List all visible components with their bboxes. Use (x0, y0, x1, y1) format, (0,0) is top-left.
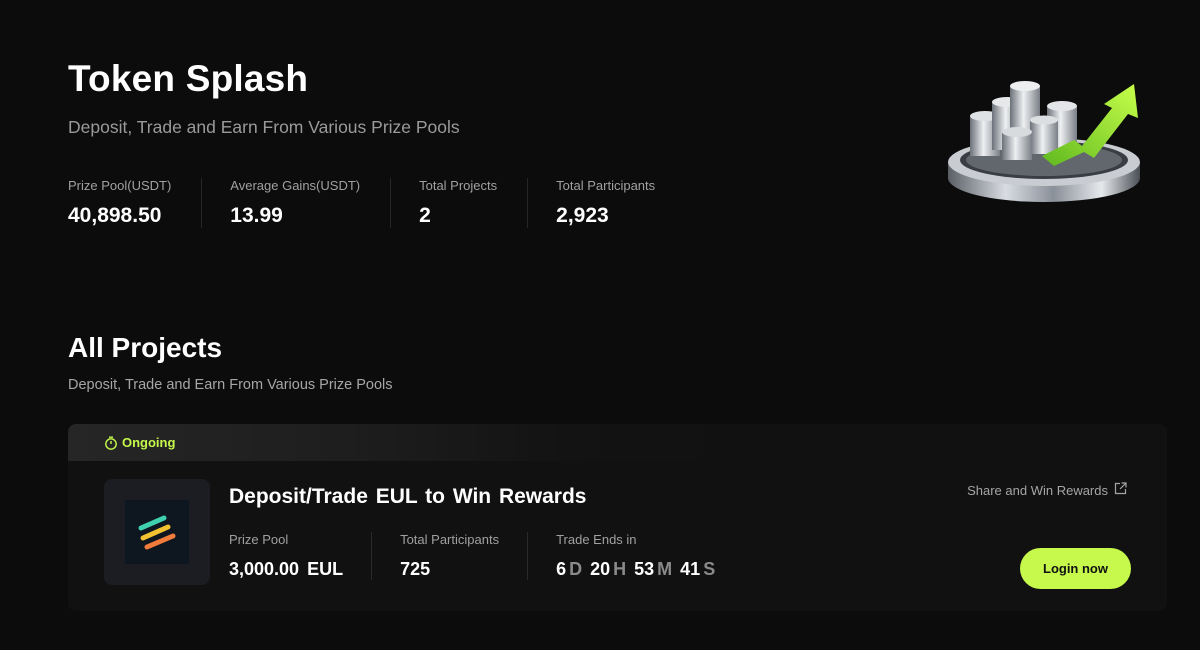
participants-label: Total Participants (400, 532, 500, 547)
prize-pool-label: Prize Pool (229, 532, 289, 547)
eul-logo-icon (104, 479, 210, 585)
page-subtitle: Deposit, Trade and Earn From Various Pri… (68, 117, 460, 137)
coins-platform-arrow-icon (944, 78, 1150, 214)
project-title: Deposit/Trade EUL to Win Rewards (229, 485, 587, 508)
section-title: All Projects (68, 332, 223, 363)
share-link[interactable]: Share and Win Rewards (967, 482, 1127, 498)
prize-pool-value: 3,000.00 EUL (229, 559, 344, 579)
stat-label: Total Projects (419, 178, 498, 193)
project-participants: Total Participants 725 (400, 532, 529, 580)
project-stats: Prize Pool 3,000.00 EUL Total Participan… (229, 532, 715, 580)
status-label: Ongoing (122, 435, 176, 450)
stat-value: 2 (419, 204, 431, 227)
stat-total-participants: Total Participants 2,923 (556, 178, 685, 228)
countdown-seconds: 41 S (680, 559, 716, 579)
countdown-hours: 20 H (590, 559, 627, 579)
countdown-timer: 6D 20 H 53 M 41 S (556, 558, 715, 580)
participants-value: 725 (400, 559, 431, 579)
project-trade-ends: Trade Ends in 6D 20 H 53 M 41 S (556, 532, 715, 580)
external-link-icon (1114, 482, 1127, 498)
countdown-minutes: 53 M (634, 559, 673, 579)
status-badge: Ongoing (104, 435, 175, 450)
project-card-header (68, 424, 1167, 461)
stat-value: 40,898.50 (68, 204, 162, 227)
stat-value: 2,923 (556, 204, 609, 227)
token-splash-page: Token Splash Deposit, Trade and Earn Fro… (0, 0, 1200, 650)
hero-section: Token Splash Deposit, Trade and Earn Fro… (68, 58, 888, 228)
project-card: Ongoing Deposit/Trade EUL to Win Rewards… (68, 424, 1167, 611)
stat-prize-pool: Prize Pool(USDT) 40,898.50 (68, 178, 203, 228)
login-now-button[interactable]: Login now (1020, 548, 1131, 589)
hero-stats: Prize Pool(USDT) 40,898.50 Average Gains… (68, 178, 888, 228)
project-prize-pool: Prize Pool 3,000.00 EUL (229, 532, 373, 580)
stat-average-gains: Average Gains(USDT) 13.99 (230, 178, 392, 228)
trade-ends-label: Trade Ends in (556, 532, 637, 547)
section-subtitle: Deposit, Trade and Earn From Various Pri… (68, 377, 393, 393)
stat-label: Total Participants (556, 178, 656, 193)
stat-value: 13.99 (230, 204, 283, 227)
stat-label: Prize Pool(USDT) (68, 178, 172, 193)
stat-total-projects: Total Projects 2 (419, 178, 529, 228)
page-title: Token Splash (68, 58, 309, 99)
share-label: Share and Win Rewards (967, 482, 1108, 498)
stat-label: Average Gains(USDT) (230, 178, 361, 193)
stopwatch-icon (104, 436, 118, 450)
countdown-days: 6D (556, 559, 583, 579)
